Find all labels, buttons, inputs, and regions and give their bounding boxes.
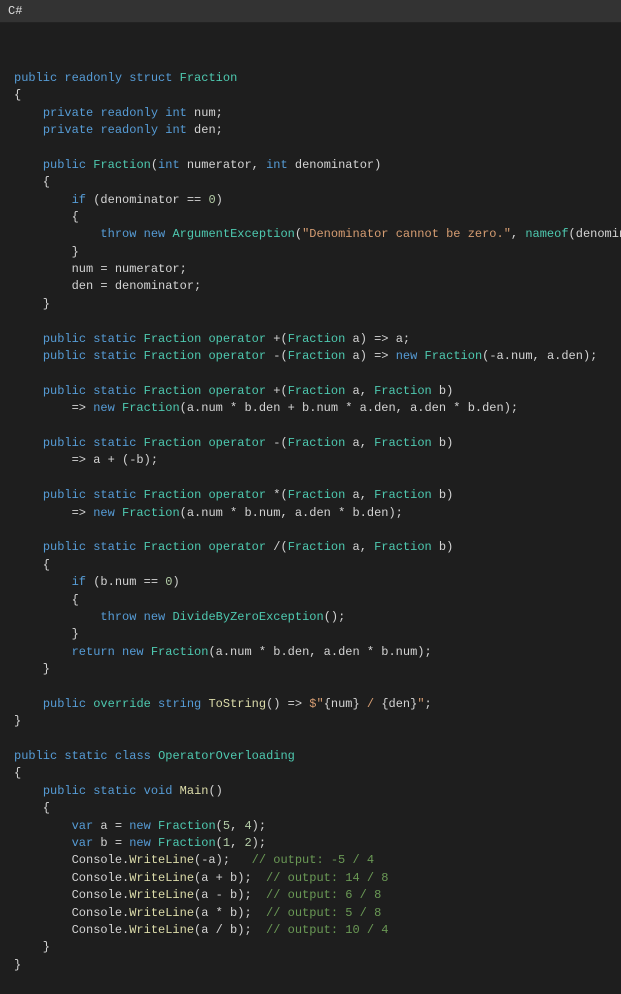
code-block: public readonly struct Fraction { privat…	[0, 23, 621, 994]
language-label: C#	[8, 4, 22, 18]
code-language-header: C#	[0, 0, 621, 23]
